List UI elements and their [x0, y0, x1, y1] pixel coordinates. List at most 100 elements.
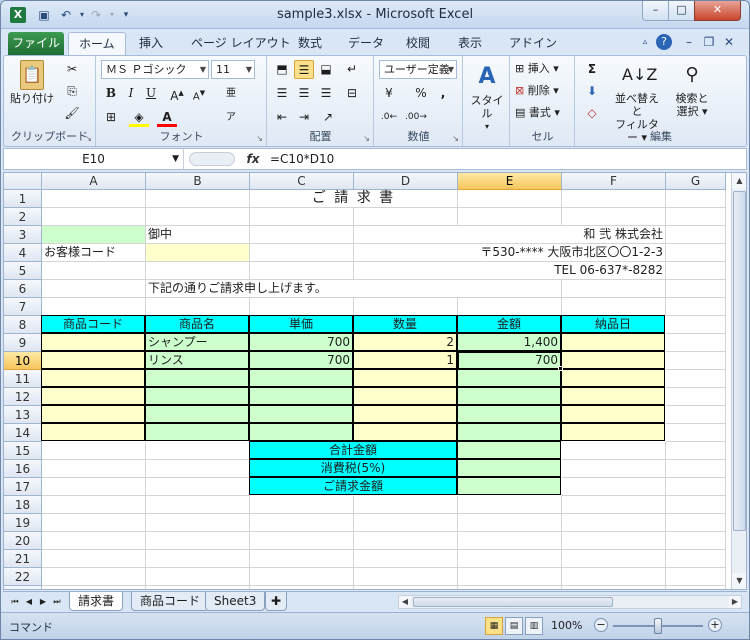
phonetic-icon[interactable]: 亜 [221, 84, 241, 103]
cell-b18[interactable] [146, 496, 250, 514]
cell-g22[interactable] [666, 568, 726, 586]
prev-sheet-icon[interactable]: ◀ [23, 594, 35, 609]
formula-bar-splitter[interactable] [189, 152, 235, 166]
cell-g15[interactable] [666, 442, 726, 460]
cell-b13[interactable] [145, 405, 249, 423]
merge-center-icon[interactable]: ⊟ [342, 84, 362, 103]
cell-e6[interactable] [458, 280, 562, 298]
workbook-minimize-icon[interactable]: – [681, 34, 697, 50]
worksheet-grid[interactable]: A B C D E F G 1 2 3 4 5 6 7 8 9 10 11 12 13 14 15 16 17 18 19 20 21… [3, 172, 747, 590]
sheet-tab-product-code[interactable]: 商品コード [131, 592, 210, 611]
fill-color-icon[interactable]: ◈ [129, 108, 149, 127]
row-header-5[interactable]: 5 [4, 262, 42, 280]
cell-e13[interactable] [457, 405, 561, 423]
cell-f21[interactable] [562, 550, 666, 568]
vertical-scrollbar[interactable]: ▲ ▼ [731, 173, 746, 589]
wrap-text-icon[interactable]: ↵ [342, 60, 362, 79]
cell-a19[interactable] [42, 514, 146, 532]
row-header-1[interactable]: 1 [4, 190, 42, 208]
cell-a14[interactable] [41, 423, 145, 441]
cell-b15[interactable] [146, 442, 250, 460]
find-select-button[interactable]: ⚲ 検索と 選択 ▾ [670, 60, 714, 118]
tab-insert[interactable]: 挿入 [129, 32, 173, 55]
cell-c16[interactable]: 消費税(5%) [249, 459, 457, 477]
zoom-slider-knob[interactable] [654, 618, 662, 634]
row-header-15[interactable]: 15 [4, 442, 42, 460]
workbook-restore-icon[interactable]: ❐ [701, 34, 717, 50]
cell-f11[interactable] [561, 369, 665, 387]
sheet-tab-sheet3[interactable]: Sheet3 [205, 592, 266, 611]
cell-d7[interactable] [354, 298, 458, 316]
tab-view[interactable]: 表示 [448, 32, 492, 55]
cell-g14[interactable] [666, 424, 726, 442]
row-header-16[interactable]: 16 [4, 460, 42, 478]
cell-c10[interactable]: 700 [249, 351, 353, 369]
column-header-c[interactable]: C [250, 173, 354, 190]
horizontal-scrollbar[interactable]: ◀ ▶ [398, 595, 742, 609]
autosum-icon[interactable]: Σ [582, 60, 602, 79]
cell-a15[interactable] [42, 442, 146, 460]
cell-b21[interactable] [146, 550, 250, 568]
vertical-scroll-thumb[interactable] [733, 191, 746, 531]
cell-a17[interactable] [42, 478, 146, 496]
row-header-21[interactable]: 21 [4, 550, 42, 568]
clipboard-launcher-icon[interactable]: ↘ [85, 134, 92, 143]
cell-b17[interactable] [146, 478, 250, 496]
cell-c11[interactable] [249, 369, 353, 387]
cell-c1[interactable]: ご 請 求 書 [250, 190, 458, 208]
cell-d18[interactable] [354, 496, 458, 514]
cell-a6[interactable] [42, 280, 146, 298]
cell-d12[interactable] [353, 387, 457, 405]
cell-g18[interactable] [666, 496, 726, 514]
cell-g12[interactable] [666, 388, 726, 406]
grow-font-icon[interactable]: A▲ [167, 84, 187, 103]
row-header-3[interactable]: 3 [4, 226, 42, 244]
cell-f2[interactable] [562, 208, 666, 226]
cell-e17[interactable] [457, 477, 561, 495]
cell-d14[interactable] [353, 423, 457, 441]
cell-g4[interactable] [666, 244, 726, 262]
cell-f3[interactable]: 和 弐 株式会社 [294, 226, 666, 244]
tab-home[interactable]: ホーム [68, 32, 126, 55]
tab-file[interactable]: ファイル [8, 32, 64, 55]
cell-g19[interactable] [666, 514, 726, 532]
row-header-6[interactable]: 6 [4, 280, 42, 298]
cell-c17[interactable]: ご請求金額 [249, 477, 457, 495]
cell-e22[interactable] [458, 568, 562, 586]
row-header-18[interactable]: 18 [4, 496, 42, 514]
cut-icon[interactable]: ✂ [62, 60, 82, 79]
cell-c8[interactable]: 単価 [249, 315, 353, 333]
alignment-launcher-icon[interactable]: ↘ [363, 134, 370, 143]
cell-e9[interactable]: 1,400 [457, 333, 561, 351]
cell-b14[interactable] [145, 423, 249, 441]
cell-a5[interactable] [42, 262, 146, 280]
cell-f7[interactable] [562, 298, 666, 316]
cell-f9[interactable] [561, 333, 665, 351]
cell-g10[interactable] [666, 352, 726, 370]
cell-e14[interactable] [457, 423, 561, 441]
cell-d19[interactable] [354, 514, 458, 532]
tab-data[interactable]: データ [338, 32, 394, 55]
cell-g20[interactable] [666, 532, 726, 550]
row-header-9[interactable]: 9 [4, 334, 42, 352]
cell-b5[interactable] [146, 262, 250, 280]
cell-f13[interactable] [561, 405, 665, 423]
cell-c19[interactable] [250, 514, 354, 532]
row-header-7[interactable]: 7 [4, 298, 42, 316]
cell-b12[interactable] [145, 387, 249, 405]
row-header-8[interactable]: 8 [4, 316, 42, 334]
cell-a20[interactable] [42, 532, 146, 550]
paste-button[interactable]: 📋 貼り付け [8, 60, 56, 105]
cell-e11[interactable] [457, 369, 561, 387]
zoom-out-button[interactable]: − [594, 618, 608, 632]
cell-g9[interactable] [666, 334, 726, 352]
styles-button[interactable]: A スタイル ▾ [466, 62, 508, 133]
cell-c13[interactable] [249, 405, 353, 423]
insert-sheet-icon[interactable]: ✚ [265, 592, 288, 611]
align-center-icon[interactable]: ☰ [294, 84, 314, 103]
cell-b2[interactable] [146, 208, 250, 226]
cell-c20[interactable] [250, 532, 354, 550]
row-header-22[interactable]: 22 [4, 568, 42, 586]
cell-g5[interactable] [666, 262, 726, 280]
font-size-combo[interactable]: 11 ▼ [211, 60, 255, 79]
